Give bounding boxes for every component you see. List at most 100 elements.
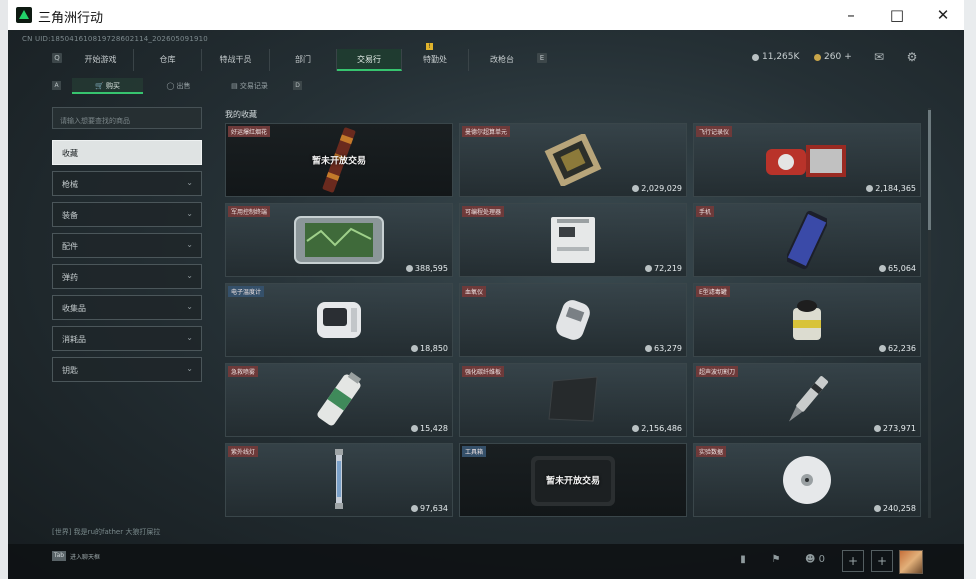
search-box[interactable] <box>52 107 202 132</box>
tab-label: 特战干员 <box>219 55 252 64</box>
mail-icon[interactable]: ✉ <box>871 49 887 65</box>
price-value: 2,184,365 <box>875 184 916 193</box>
price-value: 97,634 <box>420 504 448 513</box>
settings-icon[interactable]: ⚙ <box>904 49 920 65</box>
subtab-sell[interactable]: ◯ 出售 <box>143 78 214 94</box>
category-label: 配件 <box>62 242 78 251</box>
chat-message: [世界] 我是ru的father 大狼打屎拉 <box>52 528 161 536</box>
item-card[interactable]: 电子温度计 18,850 <box>225 283 453 357</box>
nav-prev-key[interactable]: Q <box>52 53 62 63</box>
maximize-button[interactable]: □ <box>874 0 920 30</box>
window-titlebar: 三角洲行动 – □ ✕ <box>8 0 964 30</box>
item-price: 62,236 <box>879 344 916 353</box>
tab-trading[interactable]: 交易行 <box>337 49 402 71</box>
subtab-prev-key[interactable]: A <box>52 81 61 90</box>
item-card[interactable]: 血氧仪 63,279 <box>459 283 687 357</box>
category-equipment[interactable]: 装备 ⌄ <box>52 202 202 227</box>
nav-next-key[interactable]: E <box>537 53 547 63</box>
flag-icon[interactable]: ⚑ <box>768 552 784 568</box>
item-card[interactable]: 手机 65,064 <box>693 203 921 277</box>
item-card[interactable]: 强化碳纤维板 2,156,486 <box>459 363 687 437</box>
item-name: 实验数据 <box>696 446 727 457</box>
silver-coin-icon <box>405 265 413 272</box>
chevron-down-icon: ⌄ <box>186 364 193 373</box>
silver-coin-icon <box>873 425 881 432</box>
item-card[interactable]: 超声波切割刀 273,971 <box>693 363 921 437</box>
item-price: 97,634 <box>411 504 448 513</box>
plus-icon[interactable]: + <box>842 550 864 572</box>
silver-coin-icon <box>752 53 759 61</box>
price-value: 15,428 <box>420 424 448 433</box>
gas-filter-icon <box>793 300 821 340</box>
subtab-label: 购买 <box>105 82 120 90</box>
scrollbar-thumb[interactable] <box>928 110 931 230</box>
gold-amount: 260 <box>824 52 842 62</box>
subtab-next-key[interactable]: D <box>293 81 302 90</box>
avatar[interactable] <box>899 550 923 574</box>
stats-icon[interactable]: ▮ <box>735 552 751 568</box>
item-price: 65,064 <box>879 264 916 273</box>
search-input[interactable] <box>53 110 202 132</box>
category-favorites[interactable]: 收藏 <box>52 140 202 165</box>
item-price: 2,156,486 <box>632 424 682 433</box>
item-price: 15,428 <box>411 424 448 433</box>
item-price: 72,219 <box>645 264 682 273</box>
item-price: 18,850 <box>411 344 448 353</box>
ultrasonic-cutter-icon <box>789 376 829 422</box>
item-name: 可编程处理器 <box>462 206 505 217</box>
item-card[interactable]: E型滤毒罐 62,236 <box>693 283 921 357</box>
price-value: 63,279 <box>654 344 682 353</box>
item-card[interactable]: 急救喷雾 15,428 <box>225 363 453 437</box>
category-consumables[interactable]: 消耗品 ⌄ <box>52 326 202 351</box>
item-card[interactable]: 军用控制终端 388,595 <box>225 203 453 277</box>
price-value: 62,236 <box>888 344 916 353</box>
item-card[interactable]: 飞行记录仪 2,184,365 <box>693 123 921 197</box>
price-value: 240,258 <box>882 504 916 513</box>
item-card[interactable]: 紫外线灯 97,634 <box>225 443 453 517</box>
tab-label: 开始游戏 <box>84 55 117 64</box>
gold-coin-icon <box>814 53 821 61</box>
tab-gunsmith[interactable]: 改枪台 <box>469 49 535 71</box>
plus-icon[interactable]: + <box>871 550 893 572</box>
subtab-history[interactable]: ▤ 交易记录 <box>214 78 285 94</box>
category-collectibles[interactable]: 收集品 ⌄ <box>52 295 202 320</box>
category-attachments[interactable]: 配件 ⌄ <box>52 233 202 258</box>
friends-icon[interactable]: ☻ 0 <box>803 552 827 568</box>
chat-shortcut[interactable]: Tab 进入聊天框 <box>52 551 100 561</box>
tab-warehouse[interactable]: 仓库 <box>134 49 202 71</box>
tab-start-game[interactable]: 开始游戏 <box>68 49 134 71</box>
minimize-button[interactable]: – <box>828 0 874 30</box>
add-currency-button[interactable]: + <box>844 52 852 62</box>
item-card[interactable]: 工具箱 暂未开放交易 <box>459 443 687 517</box>
window-title: 三角洲行动 <box>38 11 104 26</box>
category-keys[interactable]: 钥匙 ⌄ <box>52 357 202 382</box>
item-card[interactable]: 实验数据 240,258 <box>693 443 921 517</box>
tab-label: 交易行 <box>357 55 381 64</box>
close-button[interactable]: ✕ <box>920 0 964 30</box>
bottom-bar: Tab 进入聊天框 ▮ ⚑ ☻ 0 + + <box>8 544 964 579</box>
item-name: 电子温度计 <box>228 286 265 297</box>
tab-department[interactable]: 部门 <box>270 49 337 71</box>
category-ammo[interactable]: 弹药 ⌄ <box>52 264 202 289</box>
grid-scrollbar[interactable] <box>928 108 931 518</box>
military-terminal-icon <box>294 216 384 264</box>
tab-operators[interactable]: 特战干员 <box>202 49 270 71</box>
uv-lamp-icon <box>335 449 343 509</box>
category-label: 收集品 <box>62 304 86 313</box>
tab-special-ops[interactable]: ! 特勤处 <box>402 43 469 71</box>
category-guns[interactable]: 枪械 ⌄ <box>52 171 202 196</box>
tab-label: 部门 <box>295 55 311 64</box>
friends-count: 0 <box>818 554 825 565</box>
item-card[interactable]: 可编程处理器 72,219 <box>459 203 687 277</box>
item-name: 紫外线灯 <box>228 446 259 457</box>
subtab-buy[interactable]: 🛒 购买 <box>72 78 143 94</box>
item-price: 2,029,029 <box>632 184 682 193</box>
item-card[interactable]: 好运爆红烟花 暂未开放交易 <box>225 123 453 197</box>
item-card[interactable]: 曼德尔超算单元 2,029,029 <box>459 123 687 197</box>
data-disc-icon <box>783 456 831 504</box>
item-name: 好运爆红烟花 <box>228 126 271 137</box>
favorites-title: 我的收藏 <box>225 110 257 119</box>
silver-currency: 11,265K <box>752 52 799 62</box>
item-price: 240,258 <box>873 504 916 513</box>
game-window: 三角洲行动 – □ ✕ CN UID:185041610819728602114… <box>8 0 964 579</box>
